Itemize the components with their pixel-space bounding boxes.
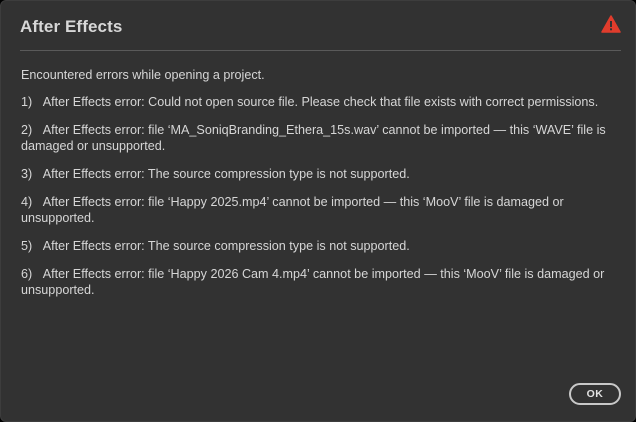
error-item-6: 6) After Effects error: file ‘Happy 2026… <box>21 267 605 297</box>
title-divider <box>20 50 621 51</box>
error-item-4: 4) After Effects error: file ‘Happy 2025… <box>21 195 564 225</box>
error-item-5: 5) After Effects error: The source compr… <box>21 239 410 253</box>
dialog-title-bar: After Effects <box>1 1 635 51</box>
ok-button[interactable]: OK <box>569 383 621 405</box>
dialog-message: Encountered errors while opening a proje… <box>21 67 621 310</box>
warning-triangle-icon <box>601 15 621 33</box>
dialog-title: After Effects <box>20 17 123 36</box>
error-item-3: 3) After Effects error: The source compr… <box>21 167 410 181</box>
error-item-1: 1) After Effects error: Could not open s… <box>21 95 599 109</box>
error-dialog: After Effects Encountered errors while o… <box>0 0 636 422</box>
intro-text: Encountered errors while opening a proje… <box>21 68 265 82</box>
error-item-2: 2) After Effects error: file ‘MA_SoniqBr… <box>21 123 606 153</box>
